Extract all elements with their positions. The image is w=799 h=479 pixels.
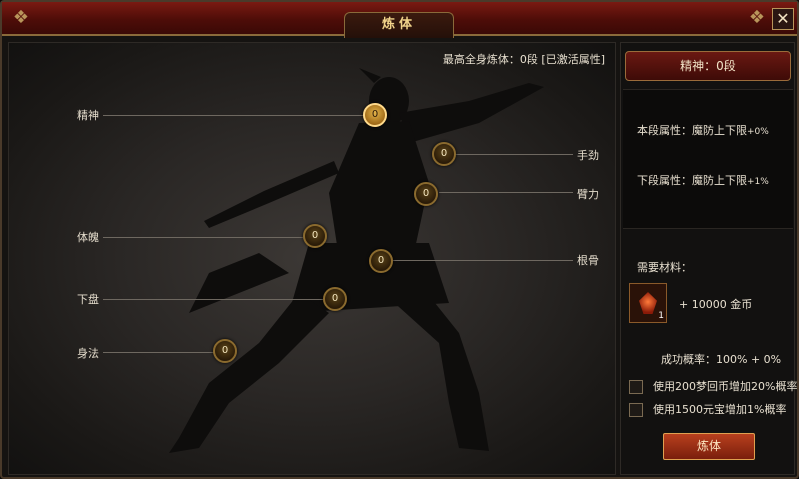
stat-label-bili: 臂力 xyxy=(577,188,599,201)
stat-label-xiapan: 下盘 xyxy=(77,293,99,306)
refine-side-panel: 精神：0段 本段属性：魔防上下限+0% 下段属性：魔防上下限+1% 需要材料： … xyxy=(620,42,797,475)
leader-line xyxy=(391,260,573,261)
stat-node-shenfa[interactable]: 0 xyxy=(213,339,237,363)
success-rate: 成功概率：100% + 0% xyxy=(661,353,782,366)
next-attribute: 下段属性：魔防上下限+1% xyxy=(637,174,769,187)
stat-node-shoujin[interactable]: 0 xyxy=(432,142,456,166)
checkbox-yuanbao[interactable] xyxy=(629,403,643,417)
refine-button[interactable]: 炼体 xyxy=(663,433,755,460)
stat-label-shenfa: 身法 xyxy=(77,347,99,360)
close-icon: ✕ xyxy=(776,9,790,28)
stat-label-shoujin: 手劲 xyxy=(577,149,599,162)
stat-node-bili[interactable]: 0 xyxy=(414,182,438,206)
leader-line xyxy=(103,237,303,238)
body-figure-panel: 最高全身炼体：0段 [已激活属性] 精神 0 0 手劲 0 臂力 体魄 0 0 … xyxy=(8,42,616,475)
refine-window: ❖ ❖ 炼体 ✕ 最高全身炼体：0段 [已激活属性] 精神 0 0 手劲 0 臂… xyxy=(0,0,799,479)
gem-icon xyxy=(639,292,657,314)
stat-node-xiapan[interactable]: 0 xyxy=(323,287,347,311)
stat-node-tipo[interactable]: 0 xyxy=(303,224,327,248)
option-yuanbao[interactable]: 使用1500元宝增加1%概率 xyxy=(629,401,786,417)
material-item-slot[interactable]: 1 xyxy=(629,283,667,323)
stat-node-jingshen[interactable]: 0 xyxy=(363,103,387,127)
window-title: 炼体 xyxy=(344,12,454,38)
checkbox-dream-coin[interactable] xyxy=(629,380,643,394)
materials-title: 需要材料： xyxy=(637,261,692,274)
title-bar: ❖ ❖ 炼体 ✕ xyxy=(2,2,797,38)
leader-line xyxy=(439,192,573,193)
leader-line xyxy=(455,154,573,155)
warrior-silhouette xyxy=(169,68,544,453)
option-dream-coin[interactable]: 使用200梦回币增加20%概率 xyxy=(629,378,797,394)
stat-label-gengu: 根骨 xyxy=(577,254,599,267)
selected-stat-header: 精神：0段 xyxy=(625,51,791,81)
current-attribute: 本段属性：魔防上下限+0% xyxy=(637,124,769,137)
stat-node-gengu[interactable]: 0 xyxy=(369,249,393,273)
close-button[interactable]: ✕ xyxy=(772,8,794,30)
ornament-left-icon: ❖ xyxy=(12,7,30,28)
max-refine-label: 最高全身炼体：0段 [已激活属性] xyxy=(442,53,605,66)
item-count: 1 xyxy=(658,311,664,321)
leader-line xyxy=(103,115,365,116)
gold-cost: + 10000 金币 xyxy=(679,298,753,311)
leader-line xyxy=(103,299,323,300)
ornament-right-icon: ❖ xyxy=(748,7,766,28)
leader-line xyxy=(103,352,215,353)
stat-label-jingshen: 精神 xyxy=(77,109,99,122)
attribute-box: 本段属性：魔防上下限+0% 下段属性：魔防上下限+1% xyxy=(623,89,793,229)
stat-label-tipo: 体魄 xyxy=(77,231,99,244)
